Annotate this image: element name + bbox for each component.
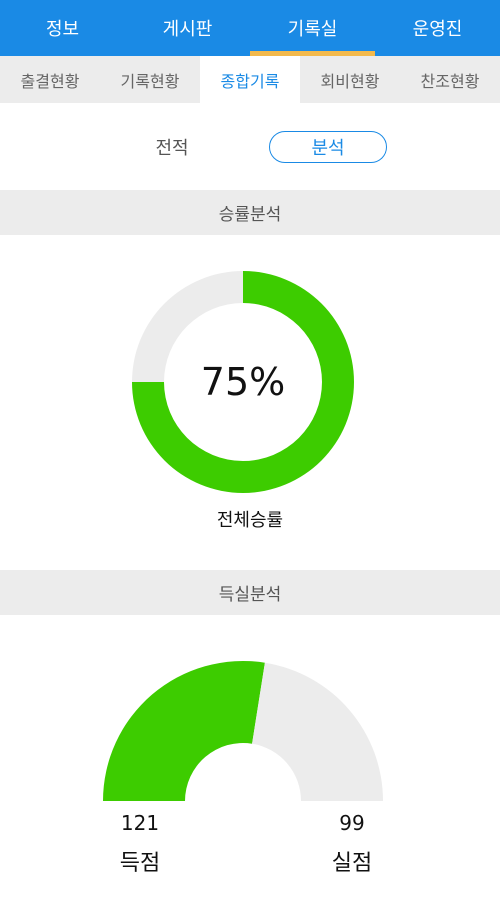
scored-gauge-segment	[103, 661, 265, 801]
win-rate-donut-chart: 75%	[131, 270, 355, 494]
conceded-gauge-segment	[252, 662, 383, 801]
record-toggle-button[interactable]: 전적	[113, 131, 231, 163]
top-tab-records[interactable]: 기록실	[250, 0, 375, 56]
win-rate-caption: 전체승률	[216, 510, 284, 531]
score-analysis-section: 121 99 득점 실점	[0, 615, 500, 917]
sub-nav: 출결현황 기록현황 종합기록 회비현황 찬조현황	[0, 56, 500, 103]
conceded-value: 99	[339, 811, 365, 835]
scored-value: 121	[120, 811, 160, 835]
sub-tab-overall-record[interactable]: 종합기록	[200, 56, 300, 103]
view-toggle: 전적 분석	[0, 103, 500, 190]
top-tab-board[interactable]: 게시판	[125, 0, 250, 56]
score-gauge-chart	[103, 661, 383, 801]
top-tab-info[interactable]: 정보	[0, 0, 125, 56]
top-nav: 정보 게시판 기록실 운영진	[0, 0, 500, 56]
sub-tab-record-status[interactable]: 기록현황	[100, 56, 200, 103]
analysis-toggle-button[interactable]: 분석	[269, 130, 387, 163]
sub-tab-dues[interactable]: 회비현황	[300, 56, 400, 103]
sub-tab-sponsorship[interactable]: 찬조현황	[400, 56, 500, 103]
sub-tab-attendance[interactable]: 출결현황	[0, 56, 100, 103]
score-analysis-header: 득실분석	[0, 570, 500, 615]
win-rate-header: 승률분석	[0, 190, 500, 235]
top-tab-staff[interactable]: 운영진	[375, 0, 500, 56]
win-rate-percent: 75%	[200, 360, 286, 404]
scored-label: 득점	[119, 851, 161, 876]
conceded-label: 실점	[331, 851, 373, 876]
win-rate-section: 75% 전체승률	[0, 235, 500, 570]
